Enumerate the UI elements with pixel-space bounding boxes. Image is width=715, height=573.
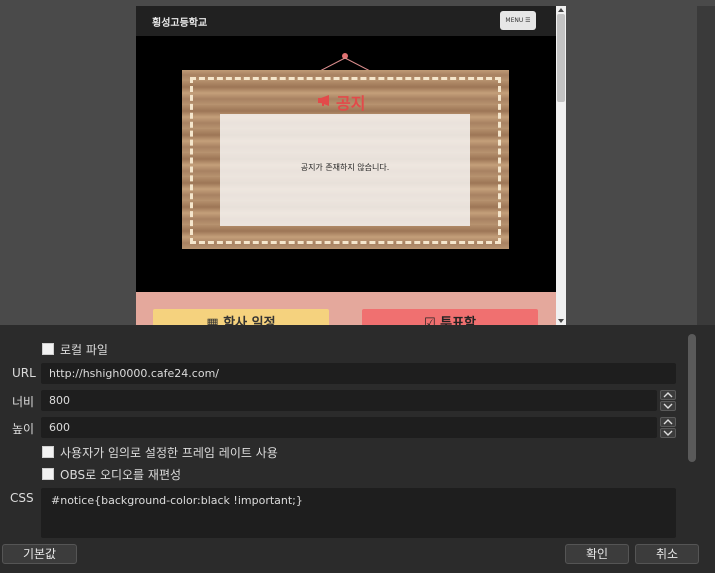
notice-title: 공지	[336, 94, 366, 113]
custom-fps-label: 사용자가 임의로 설정한 프레임 레이트 사용	[60, 446, 278, 460]
width-increment-button[interactable]	[660, 390, 676, 400]
local-file-checkbox[interactable]	[42, 343, 54, 355]
checkbox-icon: ☑	[423, 316, 436, 325]
url-input[interactable]: http://hshigh0000.cafe24.com/	[41, 363, 676, 384]
height-increment-button[interactable]	[660, 417, 676, 427]
chevron-up-icon	[663, 392, 673, 398]
css-label: CSS	[10, 491, 34, 505]
ok-button[interactable]: 확인	[565, 544, 629, 564]
width-decrement-button[interactable]	[660, 401, 676, 411]
reroute-audio-label: OBS로 오디오를 재편성	[60, 468, 182, 482]
schedule-button[interactable]: ▦ 학사 일정	[153, 309, 329, 325]
browser-scroll-thumb[interactable]	[557, 14, 565, 102]
site-header: 횡성고등학교 MENU ☰	[136, 6, 556, 36]
browser-preview[interactable]: 횡성고등학교 MENU ☰ 공지 공지가 존재하지 않습니다. ▦ 학사 일정 …	[136, 6, 566, 325]
url-label: URL	[12, 366, 36, 380]
scroll-up-arrow-icon[interactable]	[558, 8, 564, 12]
preview-side-strip	[697, 6, 715, 325]
defaults-button[interactable]: 기본값	[2, 544, 77, 564]
schedule-button-label: 학사 일정	[223, 316, 276, 325]
custom-fps-checkbox[interactable]	[42, 446, 54, 458]
vote-button-label: 투표함	[440, 316, 477, 325]
reroute-audio-checkbox[interactable]	[42, 468, 54, 480]
vote-button[interactable]: ☑ 투표함	[362, 309, 538, 325]
scroll-down-arrow-icon[interactable]	[558, 319, 564, 323]
notice-card: 공지가 존재하지 않습니다.	[220, 114, 470, 226]
local-file-label: 로컬 파일	[60, 343, 108, 357]
notice-board: 공지 공지가 존재하지 않습니다.	[182, 70, 509, 249]
calendar-icon: ▦	[206, 316, 219, 325]
chevron-up-icon	[663, 419, 673, 425]
chevron-down-icon	[663, 403, 673, 409]
menu-button[interactable]: MENU ☰	[500, 11, 536, 30]
chevron-down-icon	[663, 430, 673, 436]
height-label: 높이	[12, 422, 35, 436]
quick-links-section: ▦ 학사 일정 ☑ 투표함	[136, 292, 556, 325]
height-input[interactable]: 600	[41, 417, 657, 438]
cancel-button[interactable]: 취소	[635, 544, 699, 564]
notice-message: 공지가 존재하지 않습니다.	[300, 163, 390, 172]
site-title: 횡성고등학교	[152, 18, 208, 29]
css-textarea[interactable]: #notice{background-color:black !importan…	[41, 488, 676, 538]
width-label: 너비	[12, 395, 35, 409]
properties-scroll-thumb[interactable]	[688, 334, 696, 462]
megaphone-icon	[318, 95, 329, 106]
height-decrement-button[interactable]	[660, 428, 676, 438]
width-input[interactable]: 800	[41, 390, 657, 411]
